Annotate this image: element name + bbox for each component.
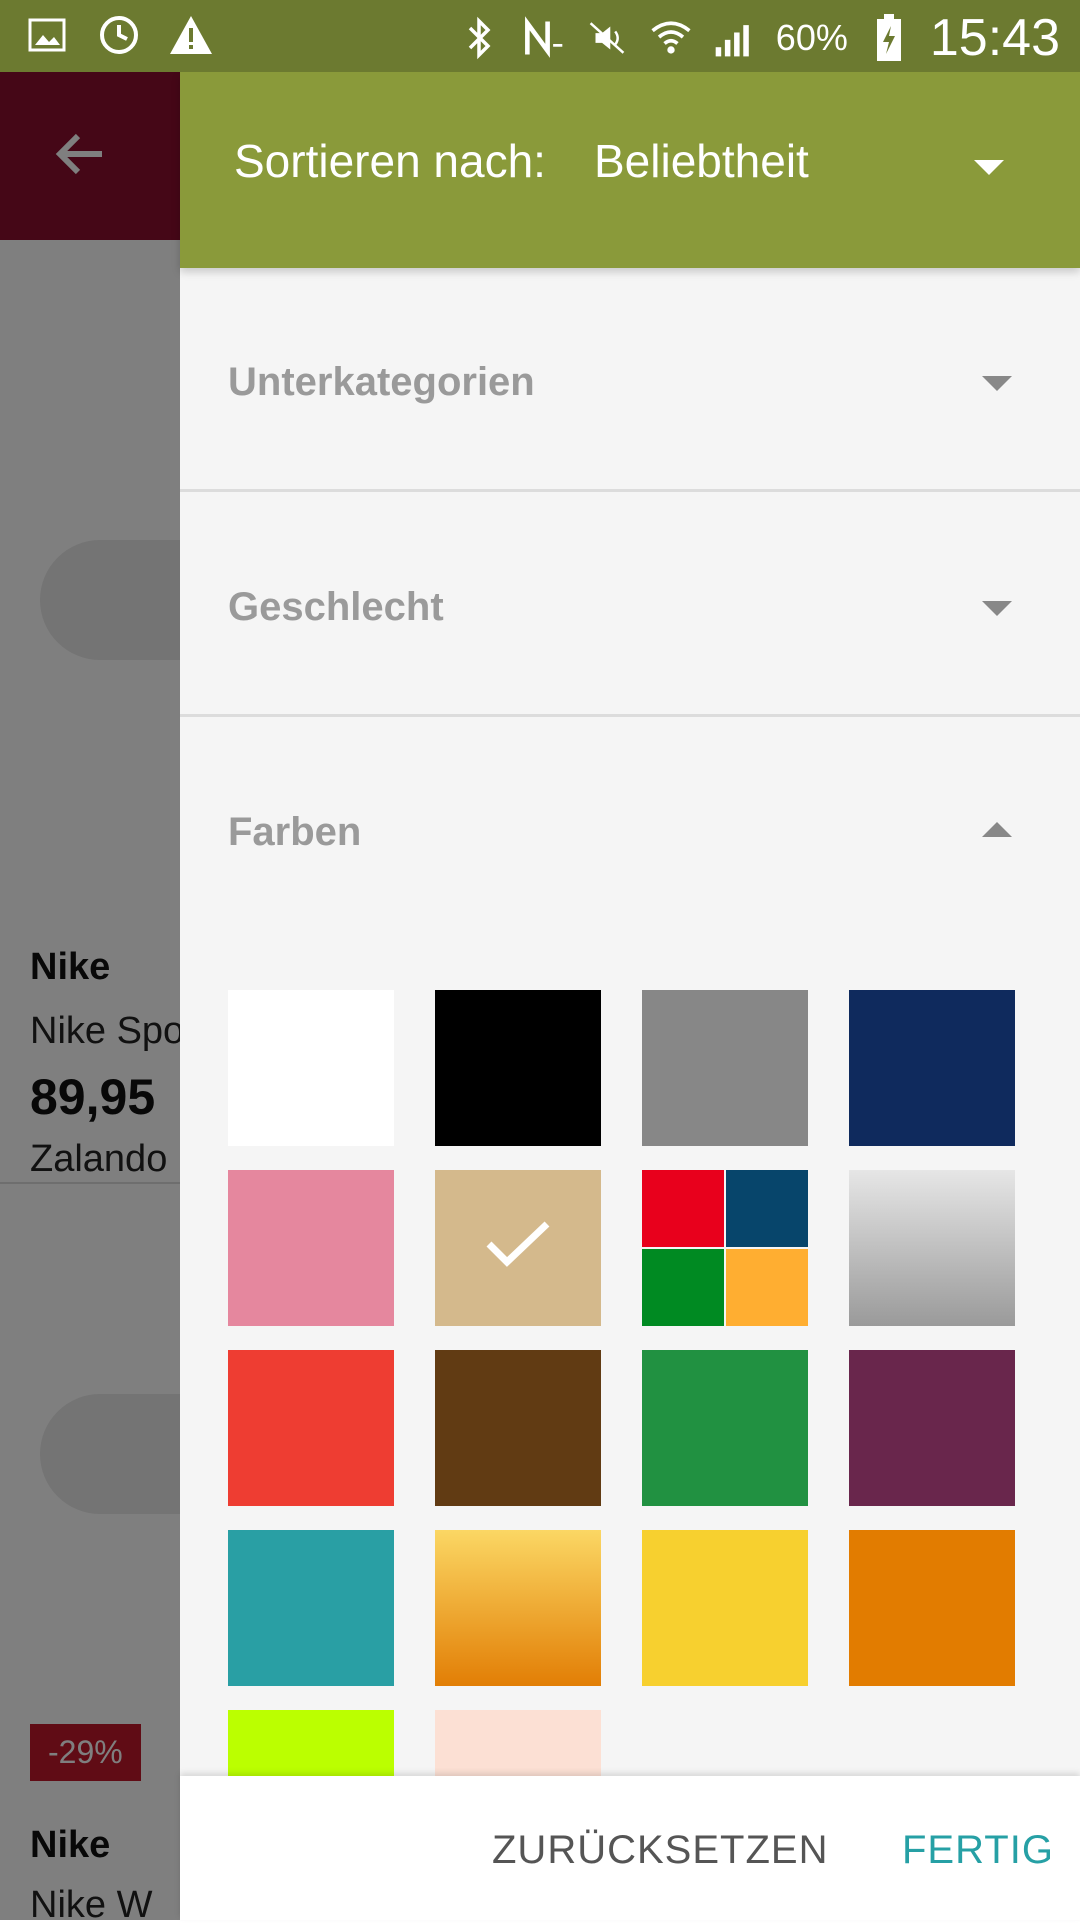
drawer-footer: ZURÜCKSETZEN FERTIG [180, 1776, 1080, 1920]
battery-percent: 60% [775, 17, 848, 58]
bluetooth-icon [456, 15, 502, 61]
section-subcategories[interactable]: Unterkategorien [180, 268, 1080, 492]
color-swatch-red[interactable] [228, 1350, 394, 1506]
color-swatch-pink[interactable] [228, 1170, 394, 1326]
section-title: Unterkategorien [228, 360, 535, 404]
battery-charging-icon [866, 14, 912, 61]
sort-dropdown-value[interactable]: Beliebtheit [594, 134, 809, 188]
mute-icon [584, 15, 630, 61]
color-swatch-purple[interactable] [849, 1350, 1015, 1506]
signal-icon [712, 15, 758, 61]
gallery-icon [24, 12, 70, 58]
color-swatch-beige[interactable] [435, 1170, 601, 1326]
divider [180, 714, 1080, 717]
sort-label: Sortieren nach: [234, 135, 546, 187]
wifi-icon [648, 15, 694, 61]
divider [180, 489, 1080, 492]
color-swatch-orange[interactable] [849, 1530, 1015, 1686]
color-swatch-grid [228, 990, 1048, 1778]
expand-caret-icon[interactable] [982, 376, 1012, 391]
reset-button[interactable]: ZURÜCKSETZEN [492, 1828, 828, 1873]
color-swatch-multicolor[interactable] [642, 1170, 808, 1326]
color-swatch-green[interactable] [642, 1350, 808, 1506]
nfc-icon [520, 15, 566, 61]
color-swatch-silver[interactable] [849, 1170, 1015, 1326]
section-colors[interactable]: Farben [180, 718, 1080, 942]
color-swatch-turquoise[interactable] [228, 1530, 394, 1686]
section-title: Farben [228, 810, 362, 854]
filter-drawer: Sortieren nach: Beliebtheit Unterkategor… [180, 72, 1080, 1920]
color-swatch-gold[interactable] [435, 1530, 601, 1686]
color-swatch-grey[interactable] [642, 990, 808, 1146]
warning-icon [168, 12, 214, 58]
status-bar: 60% 15:43 [0, 0, 1080, 72]
sync-icon [96, 12, 142, 58]
color-swatch-lime[interactable] [228, 1710, 394, 1778]
color-swatch-peach[interactable] [435, 1710, 601, 1778]
checkmark-icon [486, 1221, 550, 1267]
section-title: Geschlecht [228, 585, 444, 629]
color-swatch-brown[interactable] [435, 1350, 601, 1506]
expand-caret-icon[interactable] [982, 601, 1012, 616]
clock: 15:43 [929, 9, 1060, 67]
sort-header[interactable]: Sortieren nach: Beliebtheit [180, 72, 1080, 268]
color-swatch-white[interactable] [228, 990, 394, 1146]
done-button[interactable]: FERTIG [902, 1828, 1054, 1873]
color-swatch-yellow[interactable] [642, 1530, 808, 1686]
section-gender[interactable]: Geschlecht [180, 493, 1080, 717]
color-swatch-navy[interactable] [849, 990, 1015, 1146]
color-swatch-black[interactable] [435, 990, 601, 1146]
dropdown-caret-icon[interactable] [974, 160, 1004, 175]
collapse-caret-icon[interactable] [982, 822, 1012, 837]
